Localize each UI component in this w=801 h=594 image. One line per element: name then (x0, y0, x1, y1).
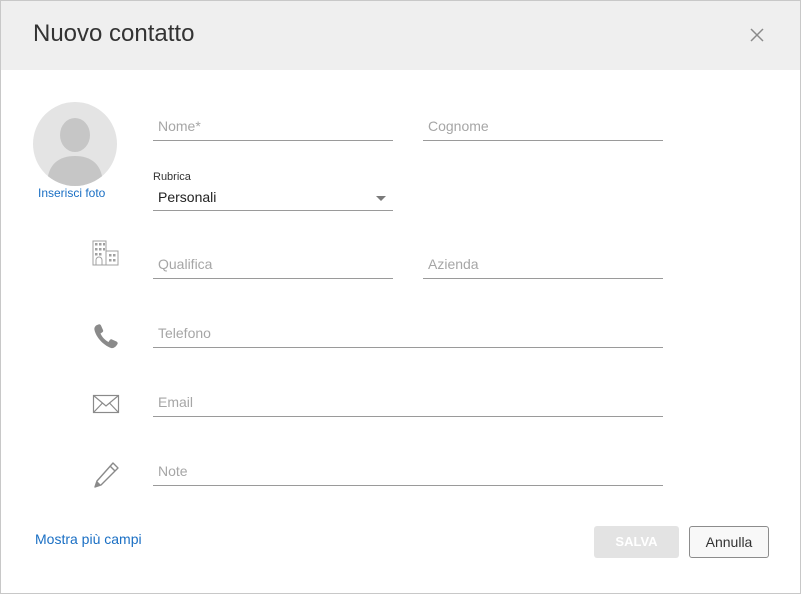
email-field[interactable] (153, 390, 663, 417)
close-icon[interactable] (745, 23, 769, 47)
first-name-input[interactable] (158, 114, 388, 138)
address-book-select[interactable]: Personali (153, 186, 393, 211)
dialog-title: Nuovo contatto (33, 20, 195, 47)
job-title-field[interactable] (153, 252, 393, 279)
insert-photo-link[interactable]: Inserisci foto (38, 186, 105, 200)
notes-input[interactable] (158, 459, 658, 483)
show-more-fields-link[interactable]: Mostra più campi (35, 531, 142, 547)
notes-field[interactable] (153, 459, 663, 486)
chevron-down-icon (376, 196, 386, 201)
last-name-input[interactable] (428, 114, 658, 138)
email-input[interactable] (158, 390, 658, 414)
pencil-icon (94, 462, 119, 488)
company-field[interactable] (423, 252, 663, 279)
phone-field[interactable] (153, 321, 663, 348)
envelope-icon (92, 394, 120, 414)
person-avatar-icon (47, 118, 103, 186)
cancel-button[interactable]: Annulla (689, 526, 769, 558)
new-contact-dialog: Nuovo contatto Inserisci foto Rubrica Pe… (0, 0, 801, 594)
building-icon (92, 240, 119, 266)
save-button[interactable]: SALVA (594, 526, 679, 558)
last-name-field[interactable] (423, 114, 663, 141)
first-name-field[interactable] (153, 114, 393, 141)
contact-photo[interactable] (33, 102, 117, 186)
phone-icon (94, 324, 118, 349)
company-input[interactable] (428, 252, 658, 276)
address-book-label: Rubrica (153, 171, 191, 183)
job-title-input[interactable] (158, 252, 388, 276)
address-book-value: Personali (158, 189, 217, 205)
phone-input[interactable] (158, 321, 658, 345)
dialog-header: Nuovo contatto (1, 1, 800, 70)
